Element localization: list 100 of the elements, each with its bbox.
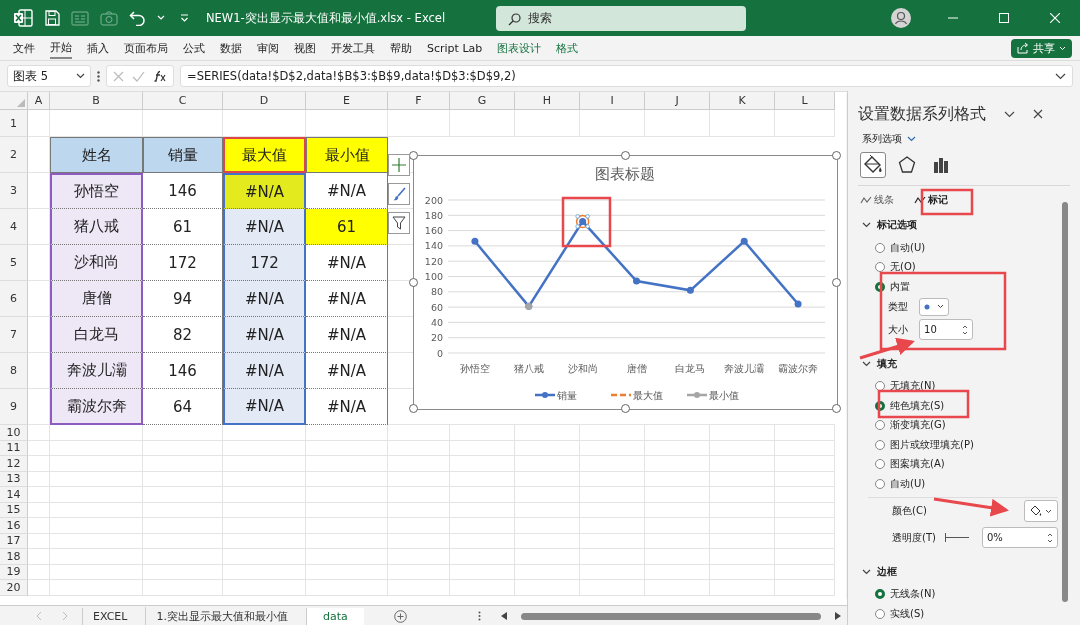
- grid-cell[interactable]: [515, 110, 580, 137]
- ribbon-tab[interactable]: 文件: [13, 38, 35, 58]
- radio-button[interactable]: [875, 281, 886, 292]
- grid-cell[interactable]: [223, 487, 306, 503]
- grid-cell[interactable]: [50, 549, 143, 565]
- grid-cell[interactable]: [645, 533, 710, 549]
- grid-cell[interactable]: [28, 245, 50, 281]
- grid-cell[interactable]: [580, 502, 645, 518]
- data-point[interactable]: [686, 286, 694, 294]
- column-header[interactable]: A: [28, 92, 50, 110]
- grid-cell[interactable]: [710, 456, 775, 472]
- grid-cell[interactable]: [450, 564, 515, 580]
- column-header[interactable]: K: [710, 92, 775, 110]
- grid-cell[interactable]: [775, 487, 835, 503]
- grid-cell[interactable]: [515, 502, 580, 518]
- resize-handle[interactable]: [832, 404, 841, 413]
- grid-cell[interactable]: [306, 533, 388, 549]
- sheet-tab[interactable]: EXCEL: [82, 607, 138, 625]
- grid-cell[interactable]: [388, 440, 450, 456]
- radio-button[interactable]: [875, 459, 886, 470]
- grid-cell[interactable]: [645, 502, 710, 518]
- ribbon-tab[interactable]: 帮助: [390, 38, 412, 58]
- row-header[interactable]: 1: [0, 110, 28, 137]
- grid-cell[interactable]: [306, 487, 388, 503]
- select-all-icon[interactable]: [17, 99, 25, 107]
- grid-cell[interactable]: [515, 487, 580, 503]
- column-header[interactable]: E: [306, 92, 388, 110]
- row-header[interactable]: 5: [0, 245, 28, 281]
- grid-cell[interactable]: [710, 549, 775, 565]
- grid-cell[interactable]: [50, 580, 143, 596]
- column-header[interactable]: I: [580, 92, 645, 110]
- grid-cell[interactable]: [28, 389, 50, 425]
- grid-cell[interactable]: [450, 549, 515, 565]
- grid-cell[interactable]: [645, 440, 710, 456]
- resize-handle[interactable]: [832, 277, 841, 287]
- grid-cell[interactable]: [28, 564, 50, 580]
- ribbon-tab[interactable]: Script Lab: [427, 39, 483, 57]
- grid-cell[interactable]: [50, 533, 143, 549]
- grid-cell[interactable]: [50, 440, 143, 456]
- grid-cell[interactable]: [50, 518, 143, 534]
- column-header[interactable]: F: [388, 92, 450, 110]
- more-icon[interactable]: [478, 611, 482, 622]
- grid-cell[interactable]: [515, 564, 580, 580]
- color-picker-button[interactable]: [1024, 500, 1058, 522]
- grid-cell[interactable]: [223, 456, 306, 472]
- grid-cell[interactable]: [28, 317, 50, 353]
- grid-cell[interactable]: [645, 487, 710, 503]
- grid-cell[interactable]: [223, 580, 306, 596]
- grid-cell[interactable]: [450, 487, 515, 503]
- grid-cell[interactable]: [388, 564, 450, 580]
- grid-cell[interactable]: [388, 533, 450, 549]
- legend-label[interactable]: 最小值: [709, 390, 739, 401]
- share-button[interactable]: 共享: [1011, 38, 1072, 58]
- ribbon-tab[interactable]: 开发工具: [331, 38, 375, 58]
- ribbon-tab[interactable]: 公式: [183, 38, 205, 58]
- grid-cell[interactable]: [388, 487, 450, 503]
- grid-cell[interactable]: [223, 440, 306, 456]
- grid-cell[interactable]: [775, 425, 835, 441]
- grid-cell[interactable]: [710, 110, 775, 137]
- grid-cell[interactable]: [710, 518, 775, 534]
- series-options-dropdown[interactable]: 系列选项: [862, 129, 917, 149]
- radio-button[interactable]: [875, 381, 886, 392]
- row-header[interactable]: 9: [0, 389, 28, 425]
- radio-button[interactable]: [875, 420, 886, 431]
- grid-cell[interactable]: [50, 425, 143, 441]
- grid-cell[interactable]: [645, 471, 710, 487]
- function-icon[interactable]: [153, 70, 167, 82]
- grid-cell[interactable]: [515, 471, 580, 487]
- ribbon-tab[interactable]: 审阅: [257, 38, 279, 58]
- grid-cell[interactable]: [28, 549, 50, 565]
- grid-cell[interactable]: [645, 564, 710, 580]
- grid-cell[interactable]: [775, 440, 835, 456]
- grid-cell[interactable]: [388, 456, 450, 472]
- grid-cell[interactable]: [775, 533, 835, 549]
- radio-button[interactable]: [875, 608, 886, 619]
- marker-type-dropdown[interactable]: [919, 297, 950, 316]
- scroll-right-icon[interactable]: [835, 612, 842, 621]
- radio-button[interactable]: [875, 478, 886, 489]
- grid-cell[interactable]: [710, 440, 775, 456]
- close-icon[interactable]: [1033, 109, 1044, 119]
- data-point[interactable]: [633, 277, 640, 285]
- grid-cell[interactable]: [580, 471, 645, 487]
- chart-styles-button[interactable]: [388, 183, 410, 205]
- ribbon-tab[interactable]: 格式: [556, 38, 579, 58]
- resize-handle[interactable]: [409, 404, 418, 413]
- chart-title[interactable]: 图表标题: [595, 165, 655, 183]
- more-icon[interactable]: [97, 70, 100, 82]
- grid-cell[interactable]: [28, 353, 50, 389]
- grid-cell[interactable]: [28, 487, 50, 503]
- chart-filters-button[interactable]: [388, 212, 410, 234]
- row-header[interactable]: 8: [0, 353, 28, 389]
- grid-cell[interactable]: [450, 502, 515, 518]
- grid-cell[interactable]: [645, 456, 710, 472]
- grid-cell[interactable]: [28, 281, 50, 317]
- row-header[interactable]: 7: [0, 317, 28, 353]
- transparency-spinner[interactable]: 0%: [982, 527, 1058, 548]
- resize-handle[interactable]: [832, 151, 841, 160]
- data-point[interactable]: [579, 217, 587, 225]
- grid-cell[interactable]: [710, 425, 775, 441]
- grid-cell[interactable]: [28, 518, 50, 534]
